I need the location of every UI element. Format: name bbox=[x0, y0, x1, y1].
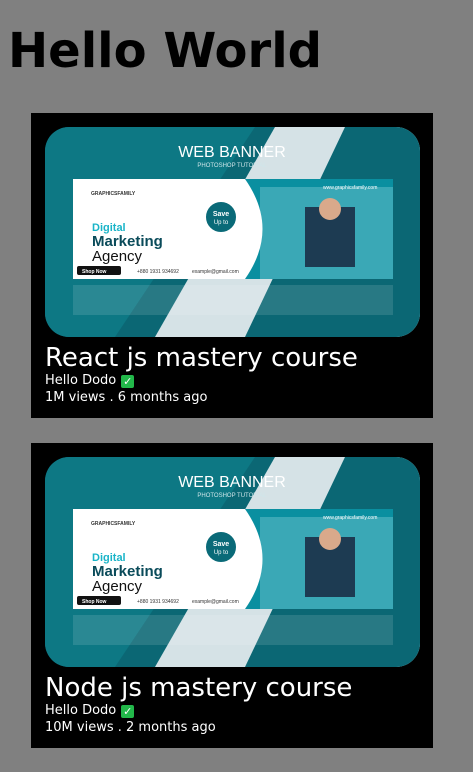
upload-age: 2 months ago bbox=[126, 720, 216, 735]
video-meta: 1M views . 6 months ago bbox=[45, 389, 207, 407]
video-meta: 10M views . 2 months ago bbox=[45, 719, 216, 737]
banner-save: Save bbox=[213, 541, 229, 548]
video-thumbnail[interactable]: WEB BANNER PHOTOSHOP TUTORIAL GRAPHICSFA… bbox=[45, 457, 420, 667]
inner-banner: GRAPHICSFAMILY www.graphicsfamily.com Di… bbox=[73, 179, 393, 279]
channel-name[interactable]: Hello Dodo bbox=[45, 703, 116, 718]
view-count: 10M views bbox=[45, 720, 114, 735]
banner-headline: WEB BANNER bbox=[178, 474, 286, 491]
banner-phone: +880 1931 934692 bbox=[137, 599, 179, 605]
inner-banner: GRAPHICSFAMILY www.graphicsfamily.com Di… bbox=[73, 509, 393, 609]
banner-shop-button: Shop Now bbox=[82, 599, 107, 605]
banner-save: Save bbox=[213, 211, 229, 218]
meta-separator: . bbox=[113, 720, 127, 735]
banner-subline: PHOTOSHOP TUTORIAL bbox=[197, 493, 267, 499]
video-card[interactable]: WEB BANNER PHOTOSHOP TUTORIAL GRAPHICSFA… bbox=[31, 443, 433, 748]
channel-name[interactable]: Hello Dodo bbox=[45, 373, 116, 388]
video-title[interactable]: React js mastery course bbox=[45, 341, 358, 375]
view-count: 1M views bbox=[45, 390, 106, 405]
banner-site: www.graphicsfamily.com bbox=[323, 185, 377, 191]
upload-age: 6 months ago bbox=[117, 390, 208, 405]
check-icon: ✓ bbox=[121, 705, 135, 718]
banner-phone: +880 1931 934692 bbox=[137, 269, 179, 275]
banner-line3: Agency bbox=[92, 248, 143, 265]
meta-separator: . bbox=[105, 390, 118, 405]
video-card[interactable]: WEB BANNER PHOTOSHOP TUTORIAL GRAPHICSFA… bbox=[31, 113, 433, 418]
banner-save-sub: Up to bbox=[214, 220, 229, 226]
banner-subline: PHOTOSHOP TUTORIAL bbox=[197, 163, 267, 169]
banner-save-sub: Up to bbox=[214, 550, 229, 556]
check-icon: ✓ bbox=[121, 375, 135, 388]
banner-line3: Agency bbox=[92, 578, 143, 595]
banner-email: example@gmail.com bbox=[192, 269, 239, 275]
banner-brand: GRAPHICSFAMILY bbox=[91, 521, 136, 527]
banner-shop-button: Shop Now bbox=[82, 269, 107, 275]
banner-email: example@gmail.com bbox=[192, 599, 239, 605]
banner-site: www.graphicsfamily.com bbox=[323, 515, 377, 521]
banner-brand: GRAPHICSFAMILY bbox=[91, 191, 136, 197]
banner-headline: WEB BANNER bbox=[178, 144, 286, 161]
video-thumbnail[interactable]: WEB BANNER PHOTOSHOP TUTORIAL GRAPHICSFA… bbox=[45, 127, 420, 337]
channel-info[interactable]: Hello Dodo ✓ bbox=[45, 702, 135, 720]
video-title[interactable]: Node js mastery course bbox=[45, 671, 352, 705]
page-heading: Hello World bbox=[8, 23, 323, 79]
channel-info[interactable]: Hello Dodo ✓ bbox=[45, 372, 135, 390]
